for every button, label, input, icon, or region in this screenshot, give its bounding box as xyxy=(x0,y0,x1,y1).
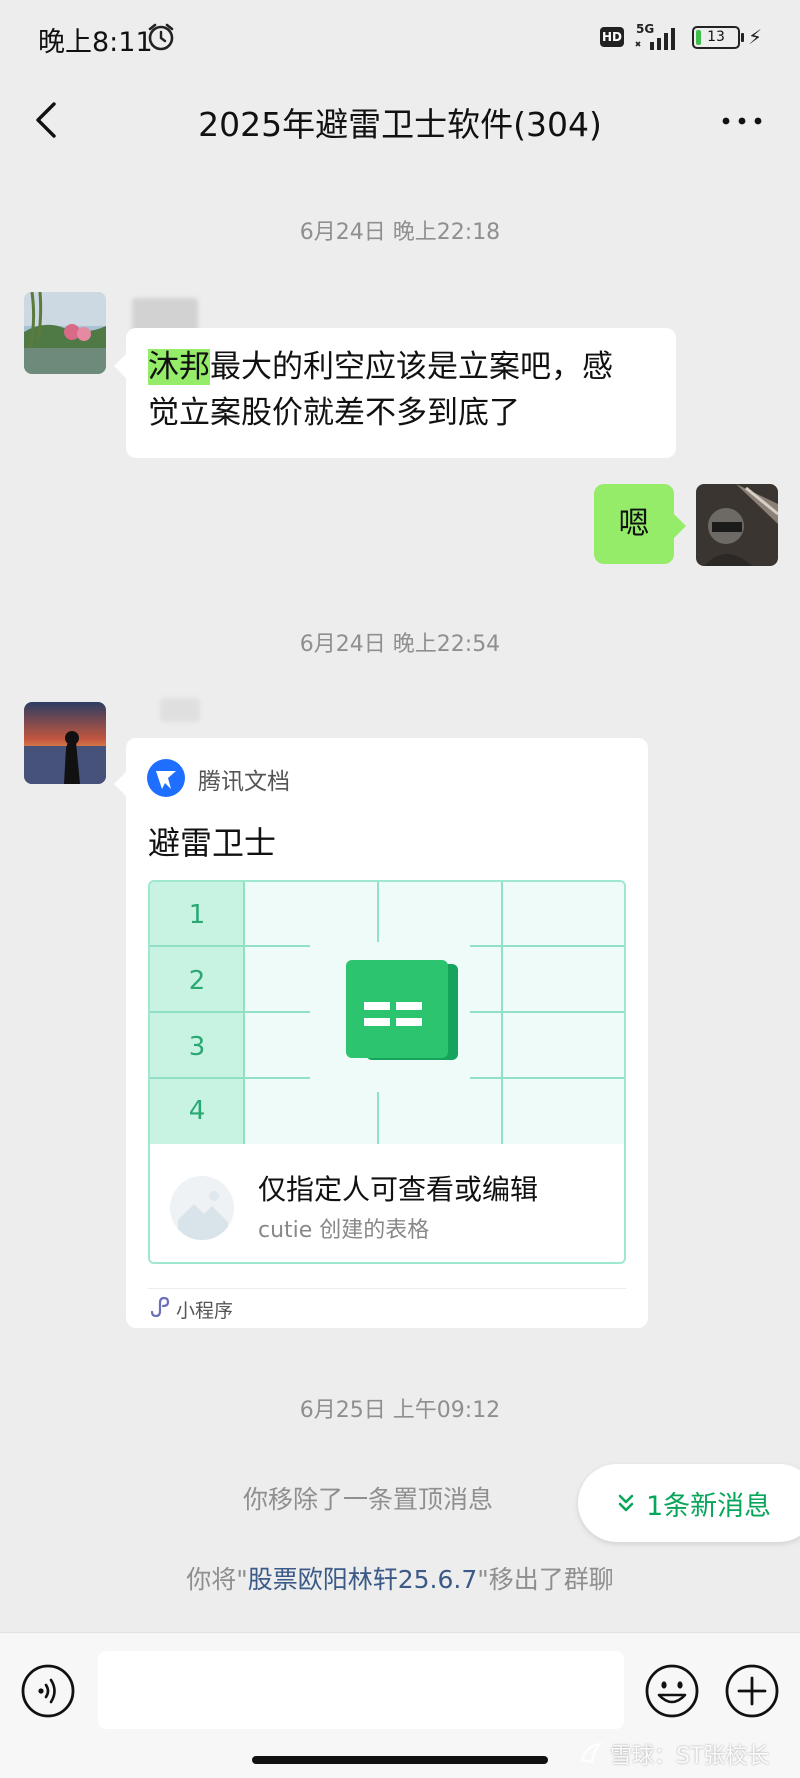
my-avatar[interactable] xyxy=(696,484,778,566)
system-message-prefix: 你将" xyxy=(186,1565,248,1594)
preview-footer: 仅指定人可查看或编辑 cutie 创建的表格 xyxy=(150,1144,624,1262)
status-bar: 晚上8:11 HD 5G 13 ⚡ xyxy=(0,0,800,76)
spreadsheet-preview: 1 2 3 4 仅指定人可查看或编辑 cutie 创建的表格 xyxy=(148,880,626,1264)
my-message-text: 嗯 xyxy=(618,506,650,542)
ellipsis-icon[interactable] xyxy=(720,116,764,126)
mention-highlight[interactable]: 沐邦 xyxy=(148,349,210,385)
avatar-park-image xyxy=(24,292,106,374)
message-input[interactable] xyxy=(98,1651,624,1729)
new-messages-button[interactable]: 1条新消息 xyxy=(578,1464,800,1542)
card-footer-label: 小程序 xyxy=(176,1300,234,1322)
avatar-helmet-image xyxy=(696,484,778,566)
watermark: 雪球：ST张校长 xyxy=(610,1744,770,1769)
message-line-1: 最大的利空应该是立案吧，感 xyxy=(210,349,613,385)
hd-badge: HD xyxy=(600,27,624,47)
row-number: 1 xyxy=(188,900,206,930)
avatar[interactable] xyxy=(24,292,106,374)
message-line-2: 觉立案股价就差不多到底了 xyxy=(148,395,520,431)
battery-tip xyxy=(741,33,744,42)
system-message-suffix: "移出了群聊 xyxy=(477,1565,614,1594)
card-source-name: 腾讯文档 xyxy=(198,769,290,795)
row-number: 4 xyxy=(188,1096,206,1126)
row-number: 3 xyxy=(188,1032,206,1062)
card-divider xyxy=(148,1288,626,1289)
title-bar: 2025年避雷卫士软件(304) xyxy=(0,76,800,166)
new-messages-label: 1条新消息 xyxy=(646,1491,772,1522)
card-title: 避雷卫士 xyxy=(148,824,277,862)
message-timestamp: 6月24日 晚上22:18 xyxy=(299,220,501,245)
system-message-removed-member: 你将"股票欧阳林轩25.6.7"移出了群聊 xyxy=(0,1560,800,1596)
voice-icon[interactable] xyxy=(20,1663,76,1719)
avatar-sunset-image xyxy=(24,702,106,784)
charging-bolt-icon: ⚡ xyxy=(748,25,763,49)
sender-name-blurred xyxy=(160,698,200,722)
creator-thumbnail xyxy=(170,1176,234,1240)
message-timestamp: 6月25日 上午09:12 xyxy=(299,1398,501,1423)
row-number: 2 xyxy=(188,966,206,996)
battery-indicator: 13 xyxy=(692,26,740,49)
shared-doc-card[interactable]: 腾讯文档 避雷卫士 1 2 3 4 仅指定人可查看或编辑 cutie 创建的表格… xyxy=(114,738,648,1328)
access-text: 仅指定人可查看或编辑 xyxy=(258,1173,539,1206)
xueqiu-logo-icon xyxy=(580,1742,603,1764)
message-bubble[interactable]: 沐邦最大的利空应该是立案吧，感 觉立案股价就差不多到底了 xyxy=(114,328,676,458)
double-chevron-down-icon xyxy=(618,1494,634,1512)
creator-text: cutie 创建的表格 xyxy=(258,1218,430,1243)
message-text: 沐邦最大的利空应该是立案吧，感 觉立案股价就差不多到底了 xyxy=(148,344,654,436)
message-timestamp: 6月24日 晚上22:54 xyxy=(299,632,501,657)
my-message-bubble[interactable]: 嗯 xyxy=(594,484,686,564)
status-time: 晚上8:11 xyxy=(38,27,153,58)
signal-icon xyxy=(635,28,675,50)
tencent-docs-icon xyxy=(147,759,185,797)
home-indicator[interactable] xyxy=(252,1756,548,1764)
chat-title: 2025年避雷卫士软件(304) xyxy=(198,105,602,144)
plus-icon[interactable] xyxy=(724,1663,780,1719)
member-name-link[interactable]: 股票欧阳林轩25.6.7 xyxy=(248,1565,478,1594)
battery-text: 13 xyxy=(707,29,725,45)
mini-program-icon xyxy=(150,1296,170,1318)
smiley-icon[interactable] xyxy=(644,1663,700,1719)
alarm-icon xyxy=(148,23,174,51)
avatar[interactable] xyxy=(24,702,106,784)
